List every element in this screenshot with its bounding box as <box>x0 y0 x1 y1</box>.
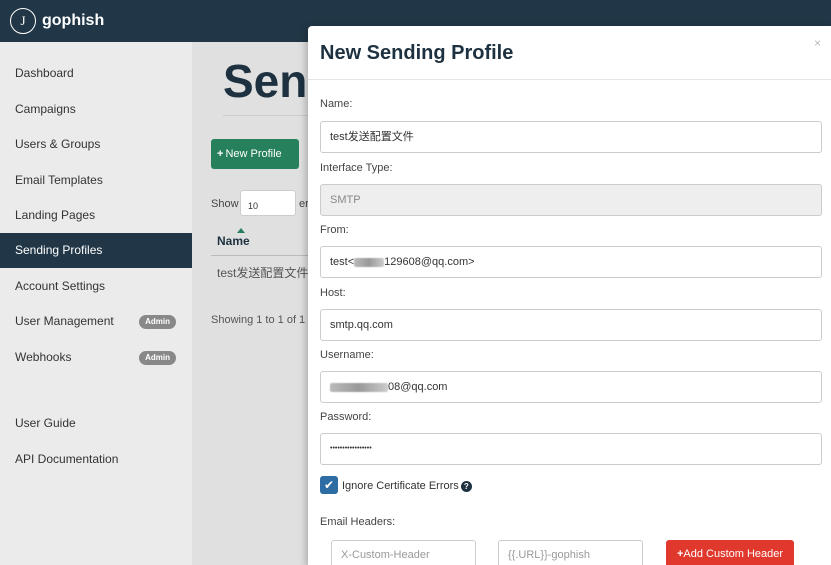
email-headers-label: Email Headers: <box>320 516 396 528</box>
sidebar-item-users-groups[interactable]: Users & Groups <box>0 127 192 162</box>
brand[interactable]: J gophish <box>10 8 104 34</box>
add-custom-header-button[interactable]: +Add Custom Header <box>666 540 794 565</box>
header-value-input[interactable]: {{.URL}}-gophish <box>498 540 643 565</box>
username-input[interactable]: 08@qq.com <box>320 371 822 403</box>
checkmark-icon: ✔ <box>323 478 335 492</box>
sidebar-item-label: Webhooks <box>15 350 72 364</box>
username-label: Username: <box>320 349 374 361</box>
sidebar-item-email-templates[interactable]: Email Templates <box>0 163 192 198</box>
sidebar-item-user-management[interactable]: User Management Admin <box>0 304 192 339</box>
password-input[interactable]: ••••••••••••••••• <box>320 433 822 465</box>
sidebar-item-label: User Management <box>15 314 114 328</box>
question-circle-icon[interactable]: ? <box>460 480 472 492</box>
admin-badge: Admin <box>139 315 176 329</box>
sidebar-item-account-settings[interactable]: Account Settings <box>0 269 192 304</box>
redacted-text <box>330 382 388 392</box>
sidebar-item-campaigns[interactable]: Campaigns <box>0 92 192 127</box>
show-entries-label: Show <box>211 198 239 210</box>
sidebar: Dashboard Campaigns Users & Groups Email… <box>0 42 192 565</box>
admin-badge: Admin <box>139 351 176 365</box>
from-prefix: test< <box>330 256 355 268</box>
sidebar-item-landing-pages[interactable]: Landing Pages <box>0 198 192 233</box>
sidebar-item-user-guide[interactable]: User Guide <box>0 406 192 441</box>
entries-per-page-select[interactable]: 10 <box>240 190 296 216</box>
username-suffix: 08@qq.com <box>388 381 448 393</box>
sidebar-item-sending-profiles[interactable]: Sending Profiles <box>0 233 192 268</box>
host-input[interactable]: smtp.qq.com <box>320 309 822 341</box>
from-label: From: <box>320 224 349 236</box>
column-header-name[interactable]: Name <box>217 234 250 248</box>
ignore-cert-label-row: Ignore Certificate Errors? <box>342 480 472 492</box>
close-icon[interactable]: × <box>814 36 821 50</box>
table-row: test发送配置文件 <box>217 266 309 280</box>
interface-type-label: Interface Type: <box>320 162 393 174</box>
modal-header-divider <box>308 79 831 80</box>
add-custom-header-label: Add Custom Header <box>683 548 784 560</box>
plus-icon: + <box>217 148 224 160</box>
sidebar-item-webhooks[interactable]: Webhooks Admin <box>0 340 192 375</box>
header-name-input[interactable]: X-Custom-Header <box>331 540 476 565</box>
ignore-cert-checkbox[interactable]: ✔ <box>320 476 338 494</box>
redacted-text <box>354 257 385 267</box>
from-suffix: 129608@qq.com> <box>384 256 475 268</box>
brand-name: gophish <box>42 12 105 29</box>
from-input[interactable]: test< 129608@qq.com> <box>320 246 822 278</box>
modal-title: New Sending Profile <box>320 42 514 64</box>
new-profile-label: New Profile <box>225 148 282 160</box>
name-input[interactable]: test发送配置文件 <box>320 121 822 153</box>
sidebar-item-api-documentation[interactable]: API Documentation <box>0 442 192 477</box>
table-header-divider <box>211 255 311 256</box>
new-sending-profile-modal: New Sending Profile × Name: test发送配置文件 I… <box>308 26 831 565</box>
table-info: Showing 1 to 1 of 1 e <box>211 314 315 326</box>
sort-ascending-icon <box>237 228 245 233</box>
ignore-cert-label: Ignore Certificate Errors <box>342 480 459 492</box>
password-label: Password: <box>320 411 372 423</box>
host-label: Host: <box>320 287 346 299</box>
interface-type-input: SMTP <box>320 184 822 216</box>
sidebar-item-dashboard[interactable]: Dashboard <box>0 56 192 91</box>
new-profile-button[interactable]: + New Profile <box>211 139 299 169</box>
name-label: Name: <box>320 98 353 110</box>
gophish-logo-icon: J <box>10 8 36 34</box>
